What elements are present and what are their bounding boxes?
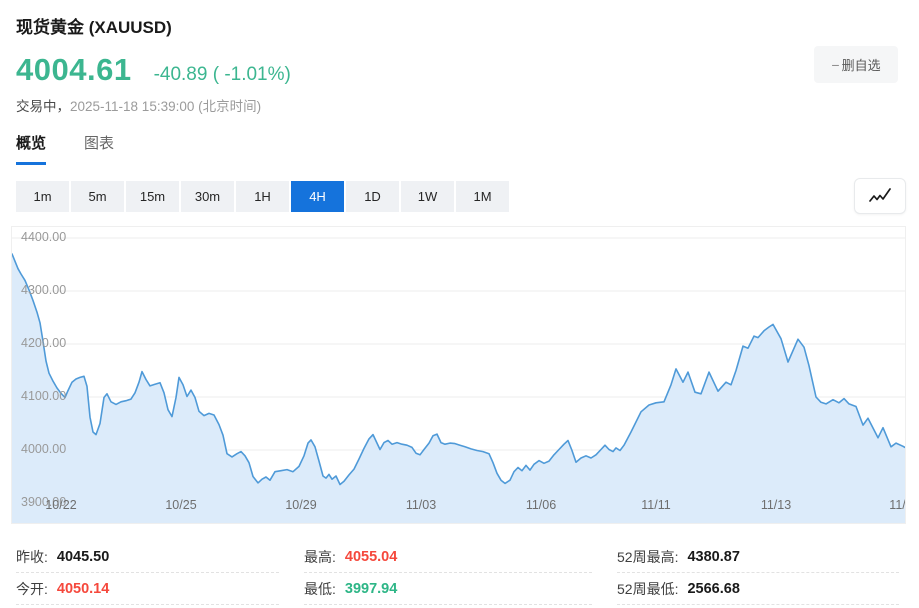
stat-value: 4055.04 — [345, 549, 397, 565]
interval-button-group: 1m5m15m30m1H4H1D1W1M — [16, 181, 509, 212]
instrument-title: 现货黄金 (XAUUSD) — [16, 13, 899, 38]
price-chart[interactable]: 4400.004300.004200.004100.004000.003900.… — [11, 226, 906, 524]
minus-icon: − — [831, 58, 839, 72]
stat-label: 52周最高: — [617, 547, 678, 567]
chart-toolbar: 1m5m15m30m1H4H1D1W1M — [0, 178, 919, 214]
stats-column: 52周最高: 4380.87 52周最低: 2566.68 — [617, 541, 899, 605]
trading-status: 交易中， — [16, 99, 70, 114]
quote-header: 现货黄金 (XAUUSD) − 删自选 4004.61 -40.89 ( -1.… — [0, 0, 919, 115]
interval-button-1W[interactable]: 1W — [401, 181, 454, 212]
interval-button-1m[interactable]: 1m — [16, 181, 69, 212]
price-row: 4004.61 -40.89 ( -1.01%) — [16, 52, 899, 88]
interval-button-1D[interactable]: 1D — [346, 181, 399, 212]
stats-column: 最高: 4055.04 最低: 3997.94 — [304, 541, 592, 605]
interval-button-4H[interactable]: 4H — [291, 181, 344, 212]
view-tabs: 概览 图表 — [0, 132, 919, 165]
interval-button-1M[interactable]: 1M — [456, 181, 509, 212]
stat-value: 4045.50 — [57, 549, 109, 565]
stat-label: 最低: — [304, 579, 336, 599]
tab-概览[interactable]: 概览 — [16, 132, 46, 165]
stat-value: 2566.68 — [687, 581, 739, 597]
stat-value: 4050.14 — [57, 581, 109, 597]
tab-图表[interactable]: 图表 — [84, 132, 114, 165]
quote-timestamp: 2025-11-18 15:39:00 (北京时间) — [70, 99, 261, 114]
stat-value: 4380.87 — [687, 549, 739, 565]
quote-stats: 昨收: 4045.50 今开: 4050.14 最高: 4055.04 最低: 3997.94… — [16, 541, 903, 605]
stat-row: 52周最高: 4380.87 — [617, 541, 899, 573]
stat-row: 昨收: 4045.50 — [16, 541, 279, 573]
quote-page: { "header": { "title": "现货黄金 (XAUUSD)", … — [0, 0, 919, 608]
interval-button-5m[interactable]: 5m — [71, 181, 124, 212]
price-change: -40.89 ( -1.01%) — [154, 64, 291, 86]
stat-row: 最低: 3997.94 — [304, 573, 592, 605]
stat-value: 3997.94 — [345, 581, 397, 597]
trading-status-row: 交易中，2025-11-18 15:39:00 (北京时间) — [16, 95, 899, 115]
stat-label: 昨收: — [16, 547, 48, 567]
interval-button-30m[interactable]: 30m — [181, 181, 234, 212]
stat-label: 52周最低: — [617, 579, 678, 599]
sparkline-icon — [867, 186, 893, 206]
stat-row: 今开: 4050.14 — [16, 573, 279, 605]
stat-row: 最高: 4055.04 — [304, 541, 592, 573]
stats-column: 昨收: 4045.50 今开: 4050.14 — [16, 541, 279, 605]
stat-label: 今开: — [16, 579, 48, 599]
stat-row: 52周最低: 2566.68 — [617, 573, 899, 605]
remove-favorite-button[interactable]: − 删自选 — [814, 46, 898, 83]
interval-button-1H[interactable]: 1H — [236, 181, 289, 212]
price-chart-canvas — [12, 227, 905, 523]
stat-label: 最高: — [304, 547, 336, 567]
last-price: 4004.61 — [16, 52, 132, 88]
interval-button-15m[interactable]: 15m — [126, 181, 179, 212]
remove-favorite-label: 删自选 — [842, 55, 881, 74]
chart-type-button[interactable] — [854, 178, 906, 214]
